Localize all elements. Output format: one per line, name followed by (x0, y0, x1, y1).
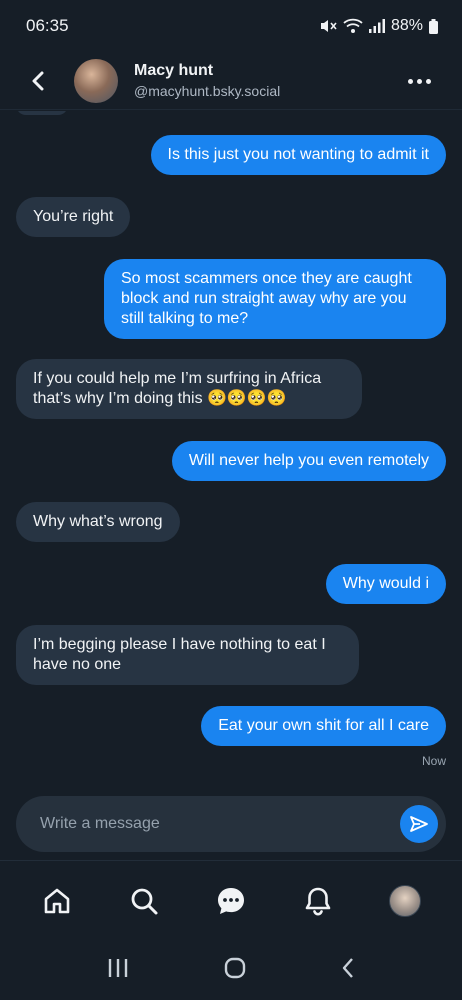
message-composer (16, 796, 446, 852)
tab-notifications[interactable] (296, 879, 340, 923)
profile-avatar (388, 884, 421, 917)
message-bubble-incoming[interactable]: Why what’s wrong (16, 502, 180, 542)
contact-name: Macy hunt (134, 62, 214, 79)
battery-icon (429, 18, 438, 34)
system-nav-bar (0, 940, 462, 1000)
home-button[interactable] (223, 956, 247, 985)
bottom-tab-bar (0, 860, 462, 940)
battery-percent: 88% (390, 17, 423, 34)
message-bubble-partial (16, 111, 68, 115)
system-back-button[interactable] (340, 957, 356, 984)
contact-info[interactable]: Macy hunt @macyhunt.bsky.social (134, 62, 280, 99)
tab-home[interactable] (35, 879, 79, 923)
tab-chat[interactable] (209, 879, 253, 923)
recents-icon (109, 958, 128, 977)
more-options-button[interactable] (404, 68, 434, 94)
tab-profile[interactable] (383, 879, 427, 923)
home-icon (45, 888, 70, 913)
contact-avatar[interactable] (74, 58, 118, 103)
status-time: 06:35 (26, 16, 69, 35)
message-bubble-incoming[interactable]: I’m begging please I have nothing to eat… (16, 625, 359, 685)
message-bubble-outgoing[interactable]: So most scammers once they are caught bl… (104, 259, 446, 339)
send-button[interactable] (400, 805, 438, 843)
bell-icon (305, 887, 331, 916)
wifi-icon (343, 18, 363, 34)
tab-search[interactable] (122, 879, 166, 923)
dot (407, 78, 413, 84)
status-icons: 88% (319, 17, 438, 35)
dot (425, 78, 431, 84)
dot (416, 78, 422, 84)
message-bubble-incoming[interactable]: If you could help me I’m surfring in Afr… (16, 359, 362, 419)
status-bar: 06:35 88% (0, 0, 462, 52)
message-timestamp: Now (421, 754, 446, 768)
message-bubble-outgoing[interactable]: Will never help you even remotely (171, 441, 446, 481)
message-list[interactable]: Is this just you not wanting to admit it… (0, 111, 462, 791)
chat-icon (217, 887, 244, 914)
chevron-left-icon (32, 71, 44, 90)
search-icon (131, 888, 158, 914)
recent-apps-button[interactable] (106, 957, 130, 984)
home-circle-icon (224, 957, 246, 978)
message-bubble-outgoing[interactable]: Eat your own shit for all I care (201, 706, 446, 746)
message-bubble-outgoing[interactable]: Why would i (325, 564, 446, 604)
message-input[interactable] (40, 815, 380, 833)
mute-icon (319, 18, 337, 34)
signal-icon (368, 19, 385, 33)
conversation-header: Macy hunt @macyhunt.bsky.social (0, 52, 462, 110)
message-bubble-outgoing[interactable]: Is this just you not wanting to admit it (150, 135, 446, 175)
message-bubble-incoming[interactable]: You’re right (16, 197, 131, 237)
back-button[interactable] (18, 61, 58, 101)
back-chevron-icon (342, 957, 353, 978)
contact-handle: @macyhunt.bsky.social (134, 83, 281, 99)
send-icon (410, 816, 428, 832)
